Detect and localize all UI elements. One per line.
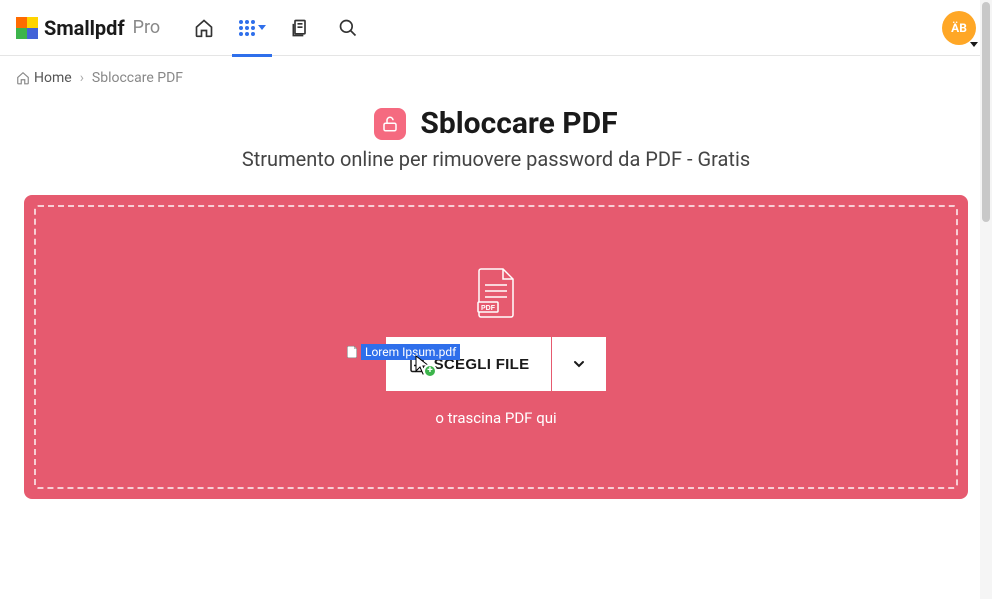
avatar-initials: ÄB <box>942 11 976 45</box>
unlock-icon <box>381 115 399 133</box>
plus-badge-icon: + <box>423 364 437 378</box>
logo-pro-text: Pro <box>133 17 161 38</box>
breadcrumb-separator: › <box>80 70 84 86</box>
breadcrumb: Home › Sbloccare PDF <box>0 56 992 100</box>
drag-hint-text: o trascina PDF qui <box>435 409 556 427</box>
tool-icon-badge <box>374 108 406 140</box>
dragging-file-overlay: Lorem Ipsum.pdf <box>345 344 460 360</box>
apps-grid-icon <box>238 19 256 37</box>
pdf-document-icon: PDF <box>475 267 517 319</box>
choose-file-source-button[interactable] <box>552 337 606 391</box>
documents-nav-button[interactable] <box>276 0 324 56</box>
file-dropzone[interactable]: PDF SCEGLI FILE o trascina PDF qui <box>24 195 968 499</box>
scrollbar-thumb[interactable] <box>982 2 990 222</box>
user-avatar-button[interactable]: ÄB <box>942 11 976 45</box>
svg-text:PDF: PDF <box>481 305 496 312</box>
page-title: Sbloccare PDF <box>420 106 617 141</box>
home-icon <box>16 71 30 85</box>
vertical-scrollbar[interactable] <box>980 0 992 599</box>
dropzone-container: PDF SCEGLI FILE o trascina PDF qui <box>0 171 992 523</box>
caret-down-icon <box>258 25 266 30</box>
page-title-block: Sbloccare PDF Strumento online per rimuo… <box>0 106 992 171</box>
search-icon <box>338 18 358 38</box>
logo[interactable]: Smallpdf Pro <box>16 16 160 40</box>
apps-nav-button[interactable] <box>228 0 276 56</box>
top-header: Smallpdf Pro ÄB <box>0 0 992 56</box>
page-subtitle: Strumento online per rimuovere password … <box>0 147 992 171</box>
caret-down-icon <box>970 42 978 47</box>
chevron-down-icon <box>571 356 587 372</box>
header-nav <box>180 0 372 56</box>
documents-icon <box>290 18 310 38</box>
dragging-file-name: Lorem Ipsum.pdf <box>361 344 460 360</box>
breadcrumb-home-link[interactable]: Home <box>16 70 72 86</box>
breadcrumb-home-label: Home <box>34 70 72 86</box>
home-icon <box>194 18 214 38</box>
home-nav-button[interactable] <box>180 0 228 56</box>
file-icon <box>345 344 359 360</box>
logo-text: Smallpdf <box>44 16 125 40</box>
logo-mark-icon <box>16 17 38 39</box>
breadcrumb-current: Sbloccare PDF <box>92 70 183 86</box>
search-nav-button[interactable] <box>324 0 372 56</box>
